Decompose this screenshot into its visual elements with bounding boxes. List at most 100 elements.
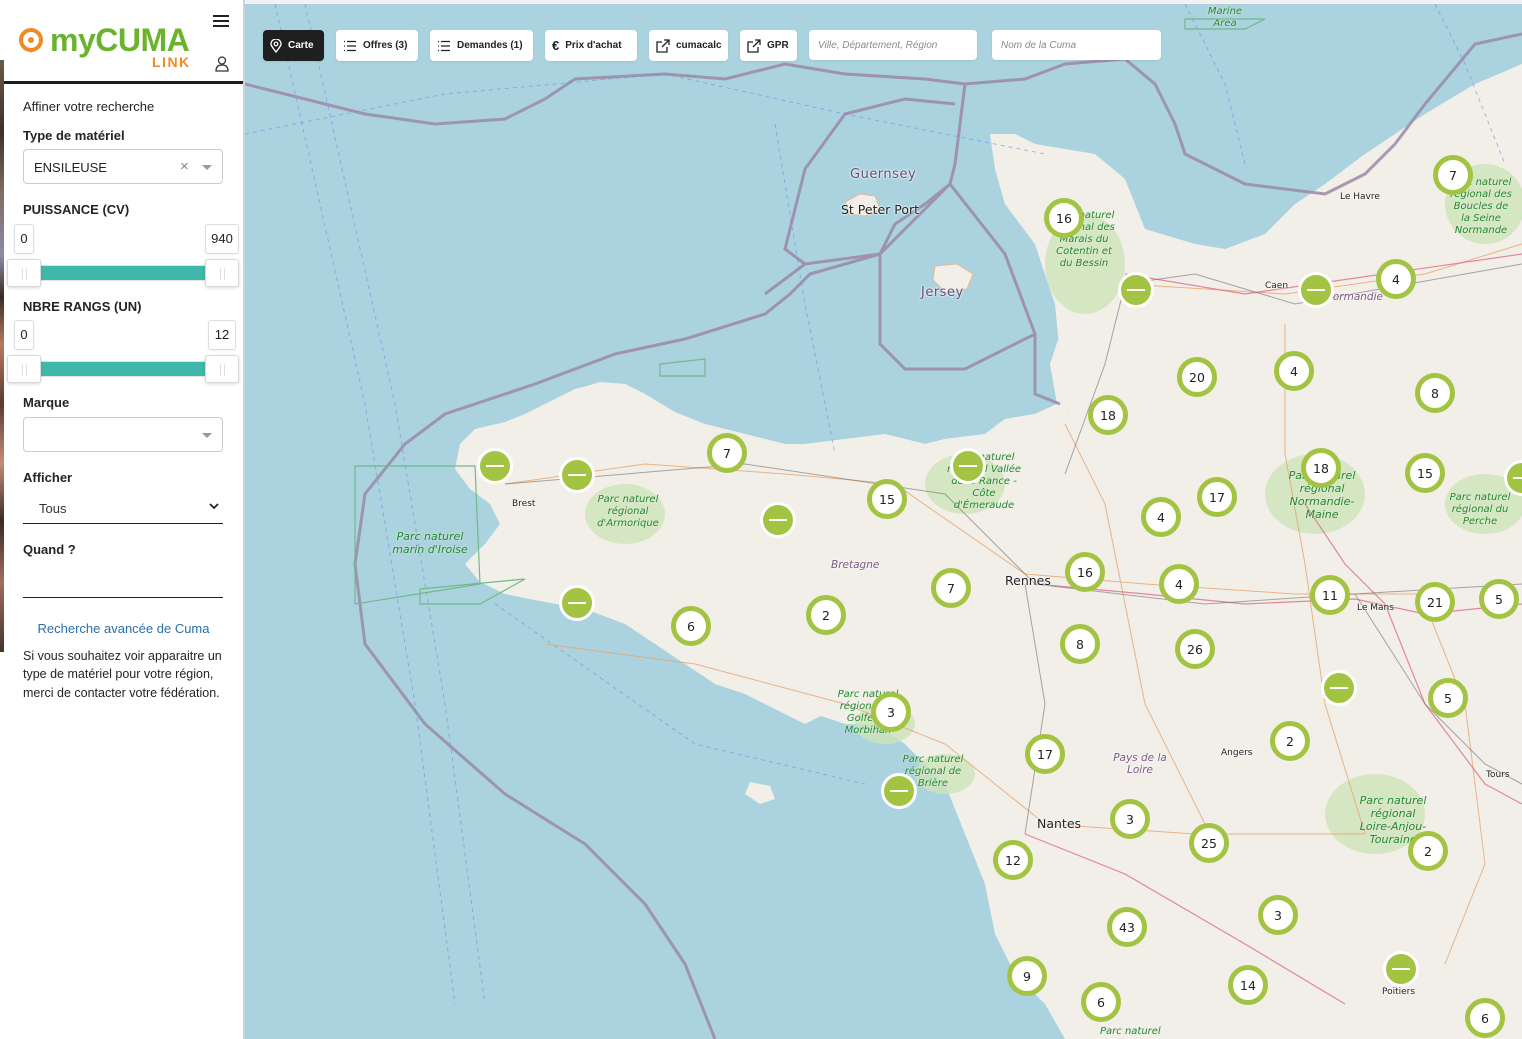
label-nantes: Nantes bbox=[1037, 816, 1082, 831]
cluster-marker[interactable]: 7 bbox=[931, 568, 971, 608]
cluster-marker[interactable]: 8 bbox=[1415, 373, 1455, 413]
cluster-marker[interactable]: 7 bbox=[707, 433, 747, 473]
logo-subtitle: LINK bbox=[152, 54, 191, 70]
app-root: myCUMA LINK Affiner votre recherche Type… bbox=[0, 0, 1522, 1039]
gpr-link-button[interactable]: GPR bbox=[740, 30, 797, 61]
user-account-icon[interactable] bbox=[215, 56, 229, 72]
display-label: Afficher bbox=[23, 470, 73, 485]
offers-button[interactable]: Offres (3) bbox=[336, 30, 418, 61]
location-search-input[interactable] bbox=[809, 30, 977, 60]
cuma-location-marker[interactable] bbox=[950, 448, 986, 484]
rows-label: NBRE RANGS (UN) bbox=[23, 299, 142, 314]
rows-max-value: 12 bbox=[208, 320, 236, 350]
power-slider-max-handle[interactable] bbox=[205, 259, 239, 287]
cluster-marker[interactable]: 2 bbox=[1270, 721, 1310, 761]
cuma-location-marker[interactable] bbox=[881, 773, 917, 809]
cluster-marker[interactable]: 25 bbox=[1189, 823, 1229, 863]
cluster-marker[interactable]: 3 bbox=[1258, 895, 1298, 935]
when-date-input[interactable] bbox=[23, 570, 223, 598]
label-rennes: Rennes bbox=[1005, 573, 1051, 588]
label-le-havre: Le Havre bbox=[1340, 192, 1380, 202]
cluster-marker[interactable]: 26 bbox=[1175, 629, 1215, 669]
map-base-layer bbox=[245, 4, 1522, 1039]
power-slider-min-handle[interactable] bbox=[7, 259, 41, 287]
rows-slider-max-handle[interactable] bbox=[205, 355, 239, 383]
map-pin-icon bbox=[270, 38, 282, 53]
cluster-marker[interactable]: 4 bbox=[1159, 564, 1199, 604]
cluster-marker[interactable]: 14 bbox=[1228, 965, 1268, 1005]
label-poitiers: Poitiers bbox=[1382, 987, 1416, 997]
cuma-location-marker[interactable] bbox=[1383, 951, 1419, 987]
label-park-perche: Parc naturel régional du Perche bbox=[1449, 492, 1511, 527]
label-jersey: Jersey bbox=[921, 285, 964, 300]
gpr-label: GPR bbox=[767, 40, 789, 51]
cluster-marker[interactable]: 4 bbox=[1274, 351, 1314, 391]
cluster-marker[interactable]: 4 bbox=[1376, 259, 1416, 299]
cluster-marker[interactable]: 11 bbox=[1310, 575, 1350, 615]
rows-slider-min-handle[interactable] bbox=[7, 355, 41, 383]
euro-icon: € bbox=[552, 38, 560, 53]
cluster-marker[interactable]: 17 bbox=[1025, 734, 1065, 774]
cluster-marker[interactable]: 5 bbox=[1428, 678, 1468, 718]
when-label: Quand ? bbox=[23, 542, 76, 557]
map-canvas[interactable]: Guernsey St Peter Port Jersey Le Havre C… bbox=[245, 4, 1522, 1039]
offers-label: Offres (3) bbox=[363, 40, 408, 51]
cluster-marker[interactable]: 20 bbox=[1177, 357, 1217, 397]
cluster-marker[interactable]: 18 bbox=[1301, 448, 1341, 488]
cumacalc-link-button[interactable]: cumacalc bbox=[649, 30, 728, 61]
power-label: PUISSANCE (CV) bbox=[23, 202, 130, 217]
map-view-button[interactable]: Carte bbox=[263, 30, 324, 61]
requests-button[interactable]: Demandes (1) bbox=[430, 30, 533, 61]
material-type-select[interactable]: ENSILEUSE × bbox=[23, 149, 223, 184]
hamburger-menu-icon[interactable] bbox=[213, 15, 229, 31]
cluster-marker[interactable]: 9 bbox=[1007, 956, 1047, 996]
cuma-location-marker[interactable] bbox=[559, 457, 595, 493]
purchase-price-button[interactable]: € Prix d'achat bbox=[545, 30, 637, 61]
dropdown-caret-icon bbox=[202, 165, 212, 170]
cluster-marker[interactable]: 18 bbox=[1088, 395, 1128, 435]
rows-slider-track[interactable] bbox=[8, 361, 238, 377]
header-divider bbox=[4, 81, 243, 84]
display-value: Tous bbox=[39, 501, 67, 516]
logo-wordmark: myCUMA bbox=[50, 22, 190, 58]
cluster-marker[interactable]: 15 bbox=[867, 479, 907, 519]
cumacalc-label: cumacalc bbox=[676, 40, 722, 51]
clear-selection-icon[interactable]: × bbox=[180, 158, 189, 175]
map-pin-logo-icon bbox=[19, 28, 43, 53]
cluster-marker[interactable]: 43 bbox=[1107, 907, 1147, 947]
cuma-location-marker[interactable] bbox=[559, 585, 595, 621]
cluster-marker[interactable]: 3 bbox=[1110, 799, 1150, 839]
cluster-marker[interactable]: 8 bbox=[1060, 624, 1100, 664]
cluster-marker[interactable]: 6 bbox=[1081, 982, 1121, 1022]
cluster-marker[interactable]: 15 bbox=[1405, 453, 1445, 493]
cluster-marker[interactable]: 2 bbox=[1408, 831, 1448, 871]
advanced-search-link[interactable]: Recherche avancée de Cuma bbox=[4, 621, 243, 636]
power-slider-track[interactable] bbox=[8, 265, 238, 281]
cluster-marker[interactable]: 7 bbox=[1433, 155, 1473, 195]
cluster-marker[interactable]: 21 bbox=[1415, 582, 1455, 622]
cuma-location-marker[interactable] bbox=[1298, 272, 1334, 308]
power-slider-fill bbox=[39, 266, 209, 280]
cluster-marker[interactable]: 17 bbox=[1197, 477, 1237, 517]
cluster-marker[interactable]: 2 bbox=[806, 595, 846, 635]
power-min-value: 0 bbox=[14, 224, 34, 254]
cluster-marker[interactable]: 6 bbox=[671, 606, 711, 646]
logo[interactable]: myCUMA LINK bbox=[14, 22, 194, 74]
cluster-marker[interactable]: 16 bbox=[1065, 552, 1105, 592]
material-type-value: ENSILEUSE bbox=[34, 160, 107, 175]
label-guernsey: Guernsey bbox=[850, 167, 917, 182]
cuma-location-marker[interactable] bbox=[477, 448, 513, 484]
display-select[interactable]: Tous bbox=[23, 495, 223, 524]
dropdown-caret-icon bbox=[202, 433, 212, 438]
cluster-marker[interactable]: 16 bbox=[1044, 198, 1084, 238]
cuma-location-marker[interactable] bbox=[760, 502, 796, 538]
cluster-marker[interactable]: 12 bbox=[993, 840, 1033, 880]
cuma-name-search-input[interactable] bbox=[992, 30, 1161, 60]
cluster-marker[interactable]: 6 bbox=[1465, 998, 1505, 1038]
cuma-location-marker[interactable] bbox=[1321, 670, 1357, 706]
cluster-marker[interactable]: 3 bbox=[871, 692, 911, 732]
cuma-location-marker[interactable] bbox=[1118, 272, 1154, 308]
brand-select[interactable] bbox=[23, 417, 223, 452]
cluster-marker[interactable]: 4 bbox=[1141, 497, 1181, 537]
cluster-marker[interactable]: 5 bbox=[1479, 579, 1519, 619]
